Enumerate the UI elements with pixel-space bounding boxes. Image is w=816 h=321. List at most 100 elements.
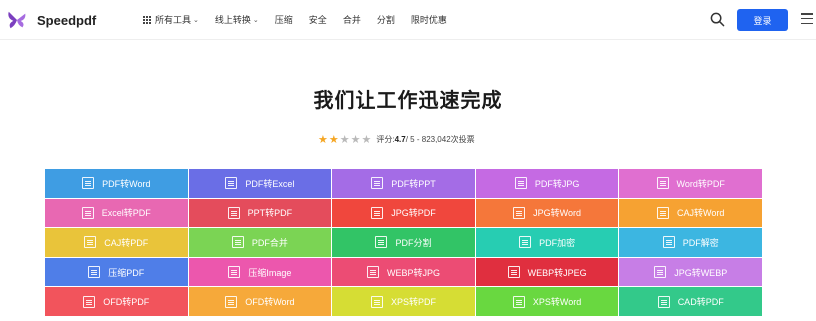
tool-tile-label: Excel转PDF — [101, 208, 151, 219]
document-icon — [512, 295, 525, 308]
tool-tile-label: JPG转WEBP — [674, 267, 728, 278]
tool-tile[interactable]: CAJ转PDF — [45, 228, 188, 257]
nav-all-tools-label: 所有工具 — [155, 15, 192, 25]
tool-tile-label: PDF转Word — [102, 178, 151, 189]
nav-compress[interactable]: 压缩 — [275, 13, 293, 26]
tool-tile[interactable]: XPS转Word — [475, 287, 619, 316]
rating-label: 评分: — [376, 135, 395, 144]
tool-tile-label: WEBP转JPEG — [527, 267, 587, 278]
star-icon[interactable]: ★ — [362, 134, 372, 145]
tool-tile[interactable]: OFD转PDF — [45, 287, 188, 316]
tool-tile[interactable]: PPT转PDF — [188, 198, 332, 228]
nav-all-tools[interactable]: 所有工具 ⌄ — [143, 13, 199, 26]
tool-tile[interactable]: CAD转PDF — [619, 287, 762, 316]
document-icon — [225, 177, 238, 190]
tool-tile-label: WEBP转JPG — [386, 267, 440, 278]
tool-tile[interactable]: 压缩PDF — [45, 257, 188, 287]
tool-tile[interactable]: PDF转Word — [45, 169, 188, 198]
hamburger-menu-icon[interactable] — [801, 13, 813, 24]
tool-tile[interactable]: CAJ转Word — [619, 198, 762, 228]
tool-tile[interactable]: JPG转WEBP — [619, 257, 762, 287]
star-icon[interactable]: ★ — [329, 134, 339, 145]
document-icon — [88, 266, 101, 279]
butterfly-logo-icon — [8, 11, 26, 29]
tool-tile[interactable]: PDF加密 — [475, 228, 619, 257]
document-icon — [657, 206, 670, 219]
chevron-down-icon: ⌄ — [252, 16, 259, 24]
document-icon — [507, 266, 520, 279]
tool-tile[interactable]: PDF转Excel — [188, 169, 332, 198]
document-icon — [371, 206, 384, 219]
nav-online-convert[interactable]: 线上转换 ⌄ — [215, 13, 259, 26]
document-icon — [654, 266, 667, 279]
document-icon — [227, 206, 240, 219]
tool-tile[interactable]: 压缩Image — [188, 257, 332, 287]
search-icon[interactable] — [710, 12, 725, 27]
rating: ★ ★ ★ ★ ★ 评分: 4.7 / 5 - 823,042次投票 — [318, 134, 475, 145]
document-icon — [228, 266, 241, 279]
tool-tile[interactable]: XPS转PDF — [332, 287, 475, 316]
document-icon — [519, 236, 532, 249]
tool-tile-label: PDF合并 — [251, 237, 288, 248]
nav-compress-label: 压缩 — [274, 15, 293, 25]
tool-tile-label: CAJ转PDF — [104, 237, 149, 248]
document-icon — [82, 177, 95, 190]
star-icon[interactable]: ★ — [351, 134, 361, 145]
tool-tile-label: 压缩Image — [248, 267, 292, 278]
tool-tile[interactable]: Excel转PDF — [45, 198, 188, 228]
tool-tile-label: Word转PDF — [676, 178, 725, 189]
tool-tile[interactable]: OFD转Word — [188, 287, 332, 316]
nav-split-label: 分割 — [376, 15, 395, 25]
document-icon — [84, 236, 97, 249]
brand-logo[interactable]: Speedpdf — [6, 9, 96, 31]
tool-tile[interactable]: JPG转PDF — [332, 198, 475, 228]
rating-votes: / 5 - 823,042次投票 — [405, 135, 475, 144]
page-title: 我们让工作迅速完成 — [313, 90, 503, 112]
grid-icon — [143, 15, 151, 24]
nav-split[interactable]: 分割 — [377, 13, 395, 26]
star-icon[interactable]: ★ — [340, 134, 350, 145]
tool-grid: PDF转Word PDF转Excel PDF转PPT PDF转JPG Word转PDF E… — [45, 169, 762, 316]
nav-merge-label: 合并 — [342, 15, 361, 25]
document-icon — [231, 236, 244, 249]
tool-tile[interactable]: PDF转PPT — [332, 169, 475, 198]
tool-tile-label: PDF分割 — [395, 237, 432, 248]
tool-tile[interactable]: WEBP转JPEG — [475, 257, 619, 287]
document-icon — [371, 177, 384, 190]
nav-security[interactable]: 安全 — [309, 13, 327, 26]
star-icon[interactable]: ★ — [318, 134, 328, 145]
nav-merge[interactable]: 合并 — [343, 13, 361, 26]
tool-tile-label: 压缩PDF — [108, 267, 145, 278]
tool-tile[interactable]: PDF解密 — [619, 228, 762, 257]
document-icon — [656, 177, 669, 190]
document-icon — [225, 295, 238, 308]
main-nav: 所有工具 ⌄ 线上转换 ⌄ 压缩 安全 合并 分割 限时优惠 — [143, 13, 463, 26]
document-icon — [370, 295, 383, 308]
tool-tile-label: XPS转PDF — [390, 297, 436, 308]
rating-stars[interactable]: ★ ★ ★ ★ ★ — [318, 134, 372, 145]
tool-tile-label: OFD转PDF — [103, 297, 150, 308]
tool-tile-label: XPS转Word — [532, 297, 582, 308]
tool-tile-label: CAJ转Word — [677, 208, 725, 219]
chevron-down-icon: ⌄ — [193, 16, 199, 24]
tool-tile[interactable]: WEBP转JPG — [332, 257, 475, 287]
tool-tile-label: OFD转Word — [245, 297, 295, 308]
document-icon — [83, 295, 96, 308]
tool-tile-label: CAD转PDF — [677, 297, 724, 308]
nav-limited-offer[interactable]: 限时优惠 — [411, 13, 447, 26]
tool-tile[interactable]: JPG转Word — [475, 198, 619, 228]
tool-tile[interactable]: PDF分割 — [332, 228, 475, 257]
nav-limited-offer-label: 限时优惠 — [410, 15, 447, 25]
tool-tile-label: JPG转PDF — [391, 208, 436, 219]
login-button[interactable]: 登录 — [737, 9, 788, 31]
tool-tile[interactable]: Word转PDF — [619, 169, 762, 198]
tool-tile-label: PPT转PDF — [247, 208, 293, 219]
document-icon — [657, 295, 670, 308]
document-icon — [366, 266, 379, 279]
document-icon — [375, 236, 388, 249]
tool-tile[interactable]: PDF转JPG — [475, 169, 619, 198]
brand-name: Speedpdf — [37, 12, 97, 28]
top-nav-bar: Speedpdf 所有工具 ⌄ 线上转换 ⌄ 压缩 安全 合并 分割 限时优惠 … — [0, 0, 816, 40]
tool-tile[interactable]: PDF合并 — [188, 228, 332, 257]
nav-online-convert-label: 线上转换 — [214, 15, 251, 25]
